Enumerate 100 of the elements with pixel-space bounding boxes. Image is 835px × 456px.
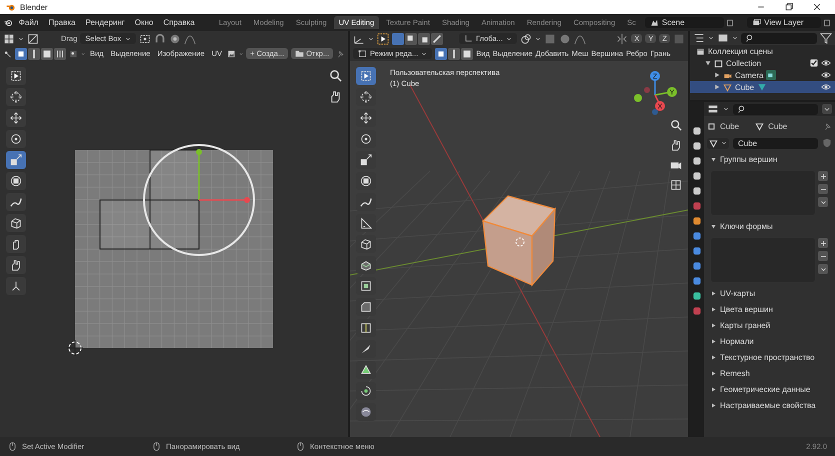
tool-button[interactable] — [6, 109, 26, 127]
scene-selector[interactable]: Scene — [644, 17, 724, 28]
tool-button[interactable] — [6, 256, 26, 274]
disclosure-triangle-icon[interactable] — [711, 157, 716, 162]
tool-button[interactable] — [6, 67, 26, 85]
dropdown-icon[interactable] — [822, 104, 832, 114]
restore-icon[interactable] — [784, 2, 794, 12]
panel-title[interactable]: Карты граней — [720, 321, 770, 330]
filter-icon[interactable] — [820, 32, 832, 44]
checkbox[interactable] — [810, 59, 818, 67]
panel-title[interactable]: Цвета вершин — [720, 305, 773, 314]
falloff-icon[interactable] — [574, 32, 586, 44]
eye-icon[interactable] — [821, 58, 831, 68]
invert-selection-icon[interactable] — [431, 32, 443, 44]
tool-button[interactable] — [6, 151, 26, 169]
vertex-select-icon[interactable] — [435, 48, 448, 60]
panel-title[interactable]: Remesh — [720, 369, 750, 378]
pin-icon[interactable] — [823, 122, 832, 130]
eye-icon[interactable] — [821, 82, 831, 92]
tool-button[interactable] — [6, 214, 26, 232]
eye-icon[interactable] — [821, 70, 831, 80]
menu-item[interactable]: Правка — [44, 18, 80, 27]
hand-icon[interactable] — [329, 90, 342, 103]
hand-icon[interactable] — [670, 139, 682, 151]
remove-button[interactable] — [818, 251, 828, 261]
search-field[interactable] — [733, 104, 818, 114]
disclosure-triangle-icon[interactable] — [711, 307, 716, 312]
proportional-edit-icon[interactable] — [169, 32, 182, 44]
tool-button[interactable] — [6, 235, 26, 253]
specials-button[interactable] — [818, 264, 828, 274]
zoom-icon[interactable] — [329, 69, 342, 82]
menu-item[interactable]: Рендеринг — [81, 18, 129, 27]
panel-title[interactable]: Нормали — [720, 337, 754, 346]
remove-button[interactable] — [818, 184, 828, 194]
island-select-icon[interactable] — [54, 48, 66, 60]
tool-button[interactable] — [356, 67, 376, 85]
outliner-row[interactable]: Cube — [690, 81, 835, 93]
collection-icon — [714, 58, 723, 68]
disclosure-triangle-icon[interactable] — [711, 403, 716, 408]
pivot-icon[interactable] — [520, 32, 532, 44]
face-select-icon[interactable] — [40, 48, 53, 60]
proportional-edit-icon[interactable] — [558, 32, 571, 44]
tool-button[interactable] — [6, 130, 26, 148]
panel-title[interactable]: Группы вершин — [720, 155, 778, 164]
mesh-name-field[interactable]: Cube — [733, 138, 818, 148]
select-box-icon[interactable] — [377, 32, 389, 44]
falloff-icon[interactable] — [184, 32, 196, 44]
search-field[interactable] — [741, 32, 817, 44]
caret-icon — [421, 50, 428, 56]
disclosure-triangle-icon[interactable] — [711, 224, 716, 229]
folder-icon — [295, 49, 304, 58]
mirror-icon[interactable] — [616, 32, 628, 44]
mouse-icon — [8, 442, 17, 451]
disclosure-triangle-icon[interactable] — [705, 60, 711, 66]
panel-title[interactable]: UV-карты — [720, 289, 756, 298]
disclosure-triangle-icon[interactable] — [714, 72, 720, 78]
menu-item[interactable]: Файл — [14, 18, 42, 27]
pivot-icon[interactable] — [139, 32, 152, 44]
menu-item[interactable]: Справка — [159, 18, 199, 27]
disclosure-triangle-icon[interactable] — [711, 339, 716, 344]
zoom-icon[interactable] — [670, 119, 682, 131]
edge-select-icon[interactable] — [448, 48, 460, 60]
face-select-icon[interactable] — [461, 48, 474, 60]
tool-button[interactable] — [6, 277, 26, 295]
grid-icon[interactable] — [670, 179, 682, 191]
panel-title[interactable]: Текстурное пространство — [720, 353, 815, 362]
tool-button[interactable] — [6, 193, 26, 211]
panel-title[interactable]: Геометрические данные — [720, 385, 810, 394]
transform-icon — [360, 175, 372, 187]
disclosure-triangle-icon[interactable] — [711, 323, 716, 328]
disclosure-triangle-icon[interactable] — [714, 84, 720, 90]
tool-button[interactable] — [6, 172, 26, 190]
disclosure-triangle-icon[interactable] — [711, 355, 716, 360]
close-icon[interactable] — [812, 2, 822, 12]
outliner-row[interactable]: Collection — [690, 57, 835, 69]
tool-button[interactable] — [6, 88, 26, 106]
menu-item[interactable]: Окно — [130, 18, 158, 27]
pen-icon — [10, 196, 22, 208]
subtract-selection-icon[interactable] — [418, 32, 430, 44]
specials-button[interactable] — [818, 197, 828, 207]
add-button[interactable] — [818, 171, 828, 181]
disclosure-triangle-icon[interactable] — [711, 291, 716, 296]
properties-icon[interactable] — [707, 103, 719, 115]
edge-select-icon[interactable] — [28, 48, 40, 60]
image-editor-icon[interactable] — [3, 32, 15, 44]
mouse-icon — [296, 442, 305, 451]
disclosure-triangle-icon[interactable] — [711, 371, 716, 376]
outliner-row[interactable]: Camera — [690, 69, 835, 81]
panel-title[interactable]: Ключи формы — [720, 222, 773, 231]
display-mode-icon[interactable] — [717, 32, 729, 44]
extend-selection-icon[interactable] — [405, 32, 417, 44]
uv-sync-icon[interactable] — [27, 32, 39, 44]
outliner-row[interactable]: Коллекция сцены — [690, 45, 835, 57]
disclosure-triangle-icon[interactable] — [711, 387, 716, 392]
panel-title[interactable]: Настраиваемые свойства — [720, 401, 816, 410]
add-button[interactable] — [818, 238, 828, 248]
vertex-select-icon[interactable] — [14, 48, 27, 60]
view-layer-selector[interactable]: View Layer — [747, 17, 822, 28]
outliner-icon[interactable] — [693, 32, 705, 44]
mesh-browse-button[interactable] — [707, 138, 729, 148]
